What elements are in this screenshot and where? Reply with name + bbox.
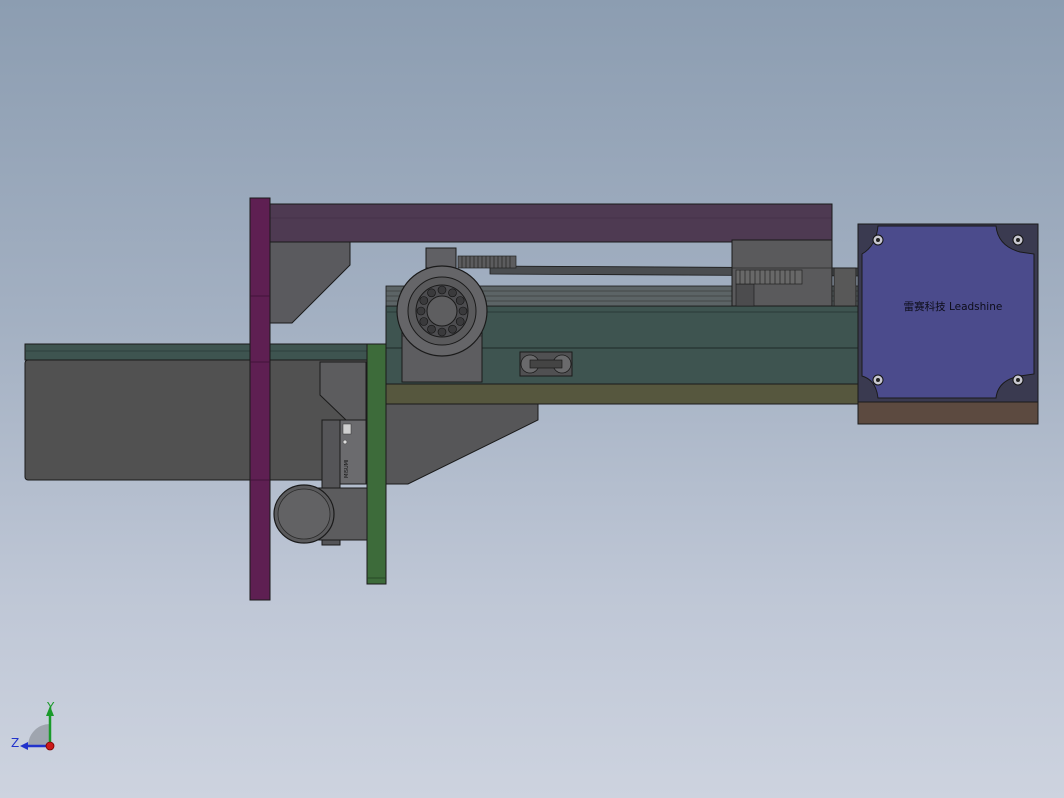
roller-motor[interactable]: [273, 484, 369, 544]
coordinate-triad: Y Z: [11, 700, 55, 751]
pulley-top-block[interactable]: [425, 247, 457, 269]
left-conveyor-top-strip[interactable]: [24, 343, 372, 361]
green-bracket[interactable]: [366, 343, 387, 585]
base-plate[interactable]: [385, 383, 861, 405]
top-frame-bar[interactable]: [265, 203, 833, 243]
belt-teeth-left: [457, 255, 517, 269]
rail-idler[interactable]: [519, 351, 573, 377]
motor-brand-label: 雷赛科技 Leadshine: [904, 300, 1003, 313]
stepper-motor[interactable]: 雷赛科技 Leadshine: [857, 223, 1039, 403]
pulley-bearing[interactable]: [396, 265, 488, 357]
carriage-belt-teeth: [735, 269, 803, 285]
left-conveyor-housing[interactable]: [24, 359, 372, 481]
triad-y-label: Y: [46, 700, 55, 714]
purple-upright[interactable]: [249, 197, 271, 601]
carriage-marking: MISUMI: [344, 460, 350, 478]
motor-base[interactable]: [857, 401, 1039, 425]
cad-viewport[interactable]: MISUMI 雷赛科技 Leadshine Y Z: [0, 0, 1064, 798]
upper-angle-bracket[interactable]: [267, 241, 351, 324]
carriage-plate[interactable]: MISUMI: [339, 419, 367, 485]
triad-z-label: Z: [11, 736, 19, 750]
cad-model-canvas[interactable]: MISUMI 雷赛科技 Leadshine Y Z: [0, 0, 1064, 798]
